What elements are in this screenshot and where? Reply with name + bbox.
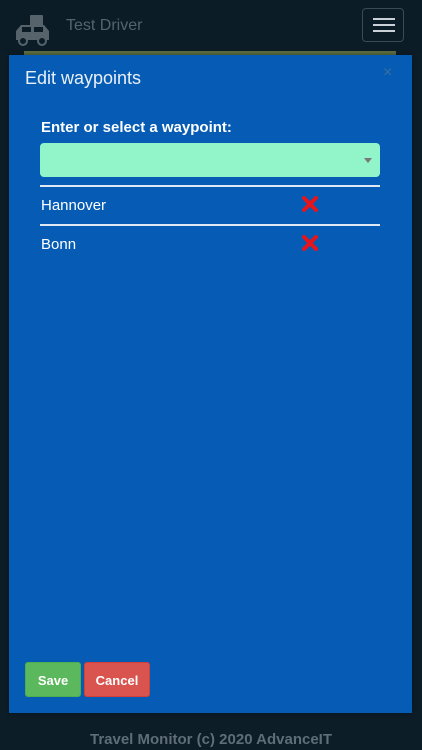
list-item: Hannover — [40, 185, 380, 224]
save-button[interactable]: Save — [25, 662, 81, 697]
waypoint-label: Hannover — [41, 197, 107, 214]
hamburger-menu-button[interactable] — [362, 8, 404, 42]
navbar: Test Driver — [0, 0, 422, 52]
brand-title[interactable]: Test Driver — [66, 17, 142, 35]
close-icon[interactable]: × — [383, 65, 392, 81]
footer-text: Travel Monitor (c) 2020 AdvanceIT — [89, 731, 333, 748]
hamburger-menu-icon — [373, 18, 395, 20]
modal-title: Edit waypoints — [25, 68, 142, 88]
waypoint-select[interactable] — [40, 143, 380, 177]
remove-x-icon[interactable] — [302, 196, 318, 212]
waypoint-label: Bonn — [41, 236, 77, 253]
waypoint-field-label: Enter or select a waypoint: — [41, 119, 232, 136]
car-icon[interactable] — [13, 13, 53, 47]
edit-waypoints-modal: Edit waypoints × Enter or select a waypo… — [9, 55, 412, 713]
chevron-down-icon — [364, 158, 372, 163]
list-item: Bonn — [40, 224, 380, 263]
remove-x-icon[interactable] — [302, 235, 318, 251]
waypoint-list: Hannover Bonn — [40, 185, 380, 263]
cancel-button[interactable]: Cancel — [84, 662, 150, 697]
